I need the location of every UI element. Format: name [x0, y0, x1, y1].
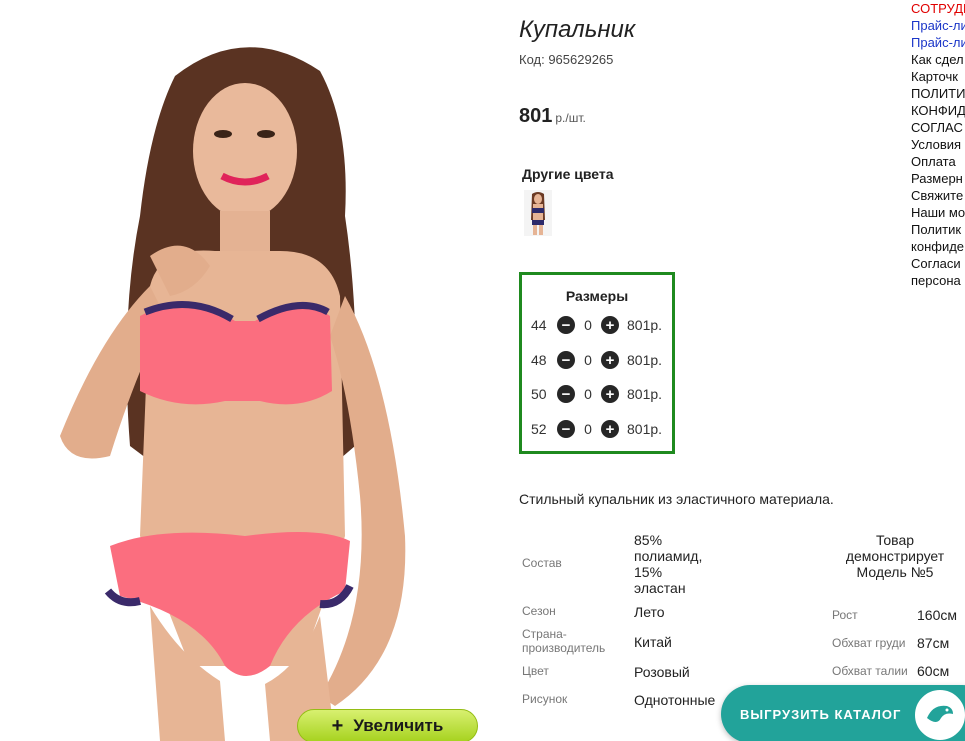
color-thumbnail[interactable]	[524, 190, 552, 236]
measure-label-height: Рост	[832, 608, 858, 622]
menu-link[interactable]: Оплата	[911, 153, 965, 170]
model-heading-line: Товар	[875, 532, 915, 548]
size-number: 52	[531, 421, 547, 437]
product-price: 801 р./шт.	[519, 105, 586, 128]
price-value: 801	[519, 105, 553, 127]
product-title: Купальник	[519, 16, 636, 43]
plus-circle-icon[interactable]: +	[601, 420, 619, 438]
attr-value-line: 85%	[634, 532, 663, 548]
measure-value-height: 160см	[917, 607, 957, 623]
export-catalog-label: ВЫГРУЗИТЬ КАТАЛОГ	[740, 706, 902, 722]
attr-value-color: Розовый	[634, 664, 690, 680]
model-figure-icon	[60, 47, 406, 741]
measure-value-bust: 87см	[917, 635, 950, 651]
menu-link[interactable]: Наши мо	[911, 204, 965, 221]
measure-label-waist: Обхват талии	[832, 664, 908, 678]
sidebar-menu: СОТРУДН Прайс-ли Прайс-ли Как сдел Карто…	[911, 0, 965, 289]
attr-label-color: Цвет	[522, 664, 549, 678]
menu-link[interactable]: СОГЛАС	[911, 119, 965, 136]
menu-link[interactable]: КОНФИД	[911, 102, 965, 119]
attr-value-pattern: Однотонные	[634, 692, 716, 708]
minus-circle-icon[interactable]: −	[557, 351, 575, 369]
size-price: 801р.	[627, 421, 663, 437]
other-colors-heading: Другие цвета	[522, 166, 614, 182]
menu-link[interactable]: Политик	[911, 221, 965, 238]
attr-value-line: эластан	[634, 580, 686, 596]
minus-circle-icon[interactable]: −	[557, 385, 575, 403]
attr-value-line: 15%	[634, 564, 663, 580]
plus-circle-icon[interactable]: +	[601, 385, 619, 403]
attr-label-country: Страна- производитель	[522, 627, 606, 655]
size-number: 50	[531, 386, 547, 402]
bird-logo-icon	[927, 705, 953, 722]
plus-circle-icon[interactable]: +	[601, 351, 619, 369]
attr-label-season: Сезон	[522, 604, 556, 618]
plus-circle-icon[interactable]: +	[601, 316, 619, 334]
model-heading-line: Модель №5	[856, 564, 934, 580]
menu-link[interactable]: СОТРУДН	[911, 0, 965, 17]
size-quantity[interactable]: 0	[575, 386, 601, 402]
menu-link[interactable]: Условия	[911, 136, 965, 153]
menu-link[interactable]: Как сдел	[911, 51, 965, 68]
sizes-heading: Размеры	[565, 288, 629, 304]
size-row: 44 − 0 + 801р.	[531, 314, 671, 336]
catalog-logo-icon[interactable]	[913, 688, 965, 741]
product-photo[interactable]	[0, 16, 490, 741]
menu-link[interactable]: Прайс-ли	[911, 17, 965, 34]
thumbnail-icon	[524, 190, 552, 236]
attr-value-composition: 85% полиамид, 15% эластан	[634, 532, 702, 596]
model-heading: Товар демонстрирует Модель №5	[843, 532, 947, 580]
attr-label-composition: Состав	[522, 556, 562, 570]
attr-value-season: Лето	[634, 604, 665, 620]
menu-link[interactable]: ПОЛИТИ	[911, 85, 965, 102]
attr-value-country: Китай	[634, 634, 672, 650]
menu-link[interactable]: конфиде	[911, 238, 965, 255]
size-price: 801р.	[627, 386, 663, 402]
size-number: 44	[531, 317, 547, 333]
size-quantity[interactable]: 0	[575, 352, 601, 368]
size-number: 48	[531, 352, 547, 368]
minus-circle-icon[interactable]: −	[557, 316, 575, 334]
measure-label-bust: Обхват груди	[832, 636, 906, 650]
size-row: 48 − 0 + 801р.	[531, 349, 671, 371]
size-row: 52 − 0 + 801р.	[531, 418, 671, 440]
model-heading-line: демонстрирует	[845, 548, 945, 564]
price-unit: р./шт.	[555, 111, 586, 125]
zoom-button-label: Увеличить	[353, 716, 444, 735]
menu-link[interactable]: Размерн	[911, 170, 965, 187]
plus-icon: +	[331, 715, 344, 737]
menu-link[interactable]: персона	[911, 272, 965, 289]
size-quantity[interactable]: 0	[575, 421, 601, 437]
size-quantity[interactable]: 0	[575, 317, 601, 333]
size-price: 801р.	[627, 317, 663, 333]
menu-link[interactable]: Согласи	[911, 255, 965, 272]
menu-link[interactable]: Карточк	[911, 68, 965, 85]
product-description: Стильный купальник из эластичного матери…	[519, 491, 834, 507]
sizes-box: Размеры 44 − 0 + 801р. 48 − 0 + 801р. 50…	[519, 272, 675, 454]
product-code: Код: 965629265	[519, 52, 614, 67]
menu-link[interactable]: Прайс-ли	[911, 34, 965, 51]
attr-label-pattern: Рисунок	[522, 692, 568, 706]
size-row: 50 − 0 + 801р.	[531, 383, 671, 405]
zoom-button[interactable]: + Увеличить	[297, 709, 478, 741]
minus-circle-icon[interactable]: −	[557, 420, 575, 438]
size-price: 801р.	[627, 352, 663, 368]
menu-link[interactable]: Свяжите	[911, 187, 965, 204]
attr-value-line: полиамид,	[634, 548, 703, 564]
measure-value-waist: 60см	[917, 663, 950, 679]
